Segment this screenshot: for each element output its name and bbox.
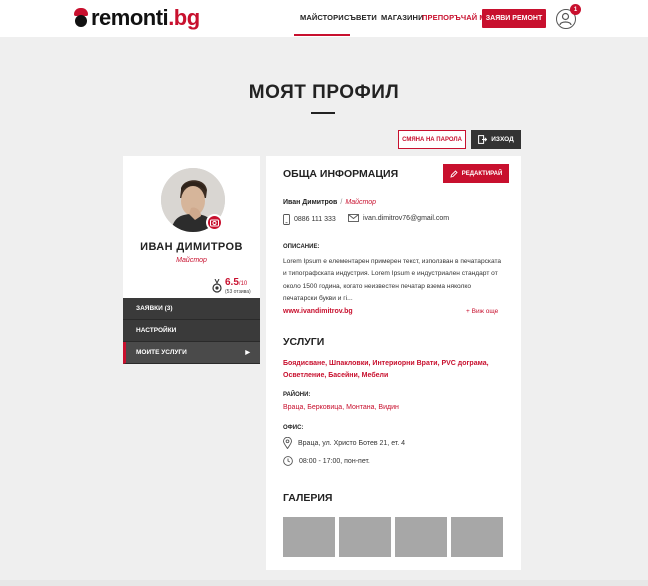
section-title-general: Обща информация <box>283 168 399 180</box>
areas-label: Райони: <box>283 392 311 398</box>
nav-shops[interactable]: Магазини <box>381 13 424 22</box>
gallery-image[interactable] <box>451 517 503 557</box>
phone-icon <box>283 214 290 225</box>
logout-icon <box>478 135 488 144</box>
description-label: Описание: <box>283 244 320 250</box>
section-title-gallery: Галерия <box>283 492 333 504</box>
site-logo[interactable]: remonti.bg <box>72 6 200 30</box>
upload-photo-button[interactable] <box>206 214 223 231</box>
page-title: Моят профил <box>248 82 400 103</box>
logout-button[interactable]: Изход <box>471 130 521 149</box>
nav-recommend[interactable]: Препоръчай ми <box>422 13 491 22</box>
description-text: Lorem Ipsum е елементарен примерен текст… <box>283 258 502 302</box>
info-role: Майстор <box>345 199 377 206</box>
profile-name: Иван Димитров <box>140 241 243 253</box>
office-address: Враца, ул. Христо Ботев 21, ет. 4 <box>298 439 406 447</box>
phone-row: 0886 111 333 <box>283 214 336 225</box>
info-card: Обща информация Редактирай Иван Димитров… <box>266 156 521 570</box>
info-name: Иван Димитров <box>283 199 338 206</box>
hours-row: 08:00 - 17:00, пон-пет. <box>283 456 370 466</box>
address-row: Враца, ул. Христо Ботев 21, ет. 4 <box>283 437 405 449</box>
chevron-right-icon: ▶ <box>245 350 250 356</box>
profile-role: Майстор <box>176 257 207 264</box>
gallery-image[interactable] <box>395 517 447 557</box>
review-count: (53 отзива) <box>225 289 251 295</box>
change-password-button[interactable]: Смяна на парола <box>398 130 466 149</box>
website-link[interactable]: www.ivandimitrov.bg <box>283 308 353 315</box>
menu-item-my-services[interactable]: Моите услуги ▶ <box>123 342 260 364</box>
logo-text: remonti <box>91 5 169 30</box>
gallery-image[interactable] <box>283 517 335 557</box>
clock-icon <box>283 456 293 466</box>
menu-item-requests[interactable]: Заявки (3) <box>123 298 260 320</box>
logout-label: Изход <box>491 136 514 143</box>
gallery-grid <box>283 517 503 557</box>
areas-list: Враца, Берковица, Монтана, Видин <box>283 404 399 411</box>
section-title-services: Услуги <box>283 336 325 348</box>
edit-button[interactable]: Редактирай <box>443 164 509 183</box>
email-row: ivan.dimitrov76@gmail.com <box>348 214 449 222</box>
notification-badge: 1 <box>570 4 581 15</box>
profile-card: Иван Димитров Майстор 6.5/10 (53 отзива)… <box>123 156 260 364</box>
services-list: Боядисване, Шпакловки, Интериорни Врати,… <box>283 360 489 379</box>
site-header: remonti.bg Майстори Съвети Магазини Преп… <box>0 0 648 37</box>
edit-label: Редактирай <box>461 170 503 177</box>
email-icon <box>348 214 359 222</box>
logo-tld: .bg <box>168 5 200 30</box>
see-more-link[interactable]: + Виж още <box>466 308 498 315</box>
footer-strip <box>0 580 648 586</box>
rating-max: /10 <box>238 281 248 287</box>
office-label: Офис: <box>283 425 304 431</box>
rating-score: 6.5 <box>225 277 239 288</box>
title-underline <box>311 112 335 114</box>
user-avatar-button[interactable]: 1 <box>556 4 581 29</box>
medal-icon <box>212 279 222 293</box>
nav-advice[interactable]: Съвети <box>344 13 377 22</box>
camera-icon <box>210 219 219 227</box>
phone-number[interactable]: 0886 111 333 <box>294 216 336 223</box>
rating-block: 6.5/10 (53 отзива) <box>212 277 258 297</box>
menu-item-settings[interactable]: Настройки <box>123 320 260 342</box>
menu-item-my-services-label: Моите услуги <box>136 349 187 356</box>
location-pin-icon <box>283 437 292 449</box>
request-repair-button[interactable]: Заяви ремонт <box>482 9 546 28</box>
working-hours: 08:00 - 17:00, пон-пет. <box>299 457 370 465</box>
nav-masters[interactable]: Майстори <box>294 13 350 36</box>
gallery-image[interactable] <box>339 517 391 557</box>
pencil-icon <box>450 169 458 178</box>
see-more-label: Виж още <box>471 308 499 315</box>
email-address[interactable]: ivan.dimitrov76@gmail.com <box>363 215 449 222</box>
logo-mark-icon <box>72 8 90 28</box>
profile-menu: Заявки (3) Настройки Моите услуги ▶ <box>123 298 260 364</box>
